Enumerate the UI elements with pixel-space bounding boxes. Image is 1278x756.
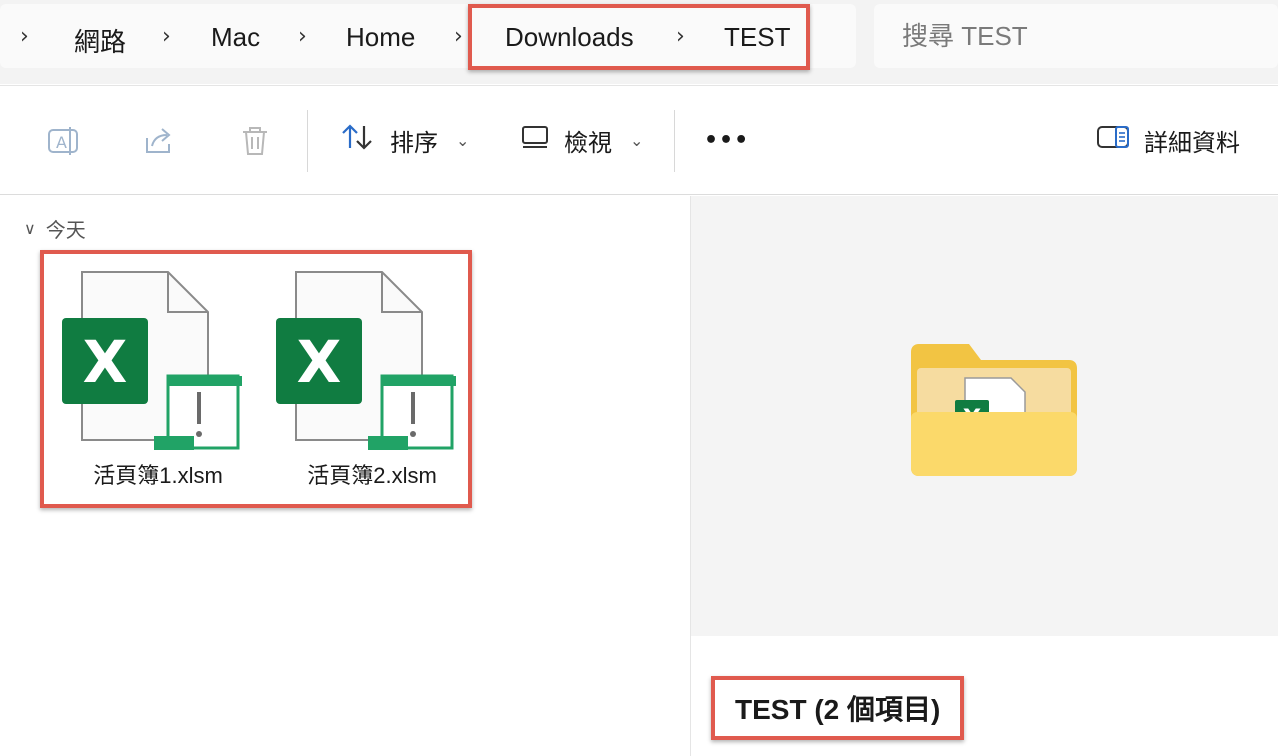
search-input[interactable] (902, 16, 1262, 56)
excel-macro-file-icon: X (276, 271, 456, 450)
toolbar-divider (307, 110, 308, 172)
view-label: 檢視 (564, 128, 612, 157)
file-name: 活頁簿1.xlsm (93, 463, 223, 488)
share-icon[interactable] (142, 124, 176, 162)
group-label: 今天 (45, 218, 86, 242)
file-name: 活頁簿2.xlsm (307, 463, 437, 488)
sort-label: 排序 (390, 128, 438, 157)
preview-title: TEST (2 個項目) (711, 676, 965, 740)
chevron-down-icon: ∨ (24, 219, 36, 238)
sort-button[interactable]: 排序 ⌄ (340, 116, 469, 164)
details-pane: X TEST (2 個項目) (690, 196, 1278, 756)
chevron-down-icon: ⌄ (630, 130, 644, 150)
group-header-today[interactable]: ∨ 今天 (24, 214, 86, 243)
preview-area: X (691, 196, 1278, 636)
chevron-right-icon[interactable]: › (454, 24, 463, 49)
trash-icon[interactable] (238, 124, 272, 162)
file-list-pane: ∨ 今天 X 活頁簿1.xlsm X 活頁簿2.xlsm (0, 196, 688, 756)
breadcrumb-item-home[interactable]: Home (346, 22, 415, 53)
details-label: 詳細資料 (1144, 128, 1240, 157)
details-pane-button[interactable]: 詳細資料 (1096, 116, 1240, 164)
search-box[interactable] (874, 4, 1278, 68)
svg-text:A: A (56, 133, 67, 152)
more-options-button[interactable]: ••• (704, 116, 749, 164)
rename-icon[interactable]: A (46, 124, 80, 162)
breadcrumb-item-network[interactable]: 網路 (74, 22, 126, 59)
list-item[interactable]: X 活頁簿1.xlsm (58, 264, 258, 494)
list-item[interactable]: X 活頁簿2.xlsm (272, 264, 472, 494)
address-bar-row: › 網路 › Mac › Home › Downloads › TEST (0, 0, 1278, 84)
chevron-right-icon[interactable]: › (162, 24, 171, 49)
details-pane-icon (1096, 124, 1130, 156)
folder-icon: X (911, 344, 1077, 476)
command-bar: A 排序 ⌄ 檢視 ⌄ ••• 詳細資料 (0, 85, 1278, 195)
view-button[interactable]: 檢視 ⌄ (520, 116, 643, 164)
svg-text:X: X (297, 328, 342, 396)
chevron-down-icon: ⌄ (456, 130, 470, 150)
sort-icon (340, 122, 376, 158)
excel-macro-file-icon: X (62, 271, 242, 450)
svg-text:X: X (83, 328, 128, 396)
view-icon (520, 124, 550, 156)
files-highlight-box: X 活頁簿1.xlsm X 活頁簿2.xlsm (40, 250, 472, 508)
toolbar-divider (674, 110, 675, 172)
breadcrumb-item-mac[interactable]: Mac (211, 22, 260, 53)
more-icon: ••• (704, 127, 750, 153)
breadcrumb-highlight-box (468, 4, 810, 70)
chevron-right-icon[interactable]: › (20, 24, 29, 49)
chevron-right-icon[interactable]: › (298, 24, 307, 49)
